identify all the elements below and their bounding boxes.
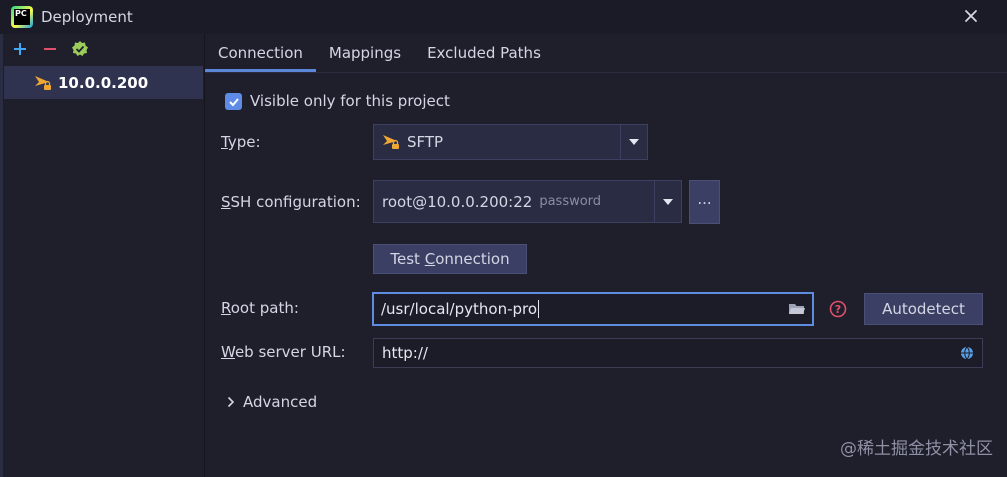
- open-in-browser-button[interactable]: [958, 345, 976, 361]
- text-caret: [538, 300, 540, 318]
- visible-only-checkbox[interactable]: [225, 93, 242, 110]
- check-badge-icon: [72, 41, 88, 56]
- folder-icon: [789, 304, 805, 314]
- web-server-url-label: Web server URL:: [221, 343, 346, 361]
- advanced-expander[interactable]: Advanced: [227, 393, 317, 411]
- use-as-default-button[interactable]: [71, 40, 89, 58]
- pycharm-logo-icon: PC: [11, 6, 33, 28]
- help-button[interactable]: ?: [829, 300, 847, 318]
- add-server-button[interactable]: [11, 40, 29, 58]
- tab-bar: Connection Mappings Excluded Paths: [205, 34, 1007, 73]
- ssh-configuration-select[interactable]: root@10.0.0.200:22 password: [373, 180, 682, 223]
- watermark-text: @稀土掘金技术社区: [840, 439, 993, 459]
- connection-panel: Visible only for this project Type: SFTP…: [205, 73, 1007, 477]
- visible-only-label: Visible only for this project: [250, 92, 450, 110]
- browse-folder-button[interactable]: [788, 301, 806, 317]
- root-path-label: Root path:: [221, 299, 299, 317]
- tab-mappings[interactable]: Mappings: [316, 34, 414, 72]
- plus-icon: [14, 43, 26, 55]
- type-select[interactable]: SFTP: [373, 124, 648, 160]
- title-bar: PC Deployment: [0, 0, 1007, 34]
- help-icon: ?: [829, 300, 847, 318]
- advanced-label: Advanced: [243, 393, 318, 411]
- svg-text:?: ?: [835, 303, 841, 316]
- sftp-server-icon: [35, 75, 51, 90]
- autodetect-button[interactable]: Autodetect: [864, 293, 983, 325]
- checkmark-icon: [228, 97, 239, 106]
- type-value: SFTP: [407, 133, 444, 151]
- server-list-item[interactable]: 10.0.0.200: [4, 66, 203, 99]
- ssh-browse-button[interactable]: ...: [689, 180, 720, 224]
- server-list-panel: 10.0.0.200: [0, 34, 205, 477]
- chevron-down-icon: [663, 198, 673, 205]
- minus-icon: [44, 48, 56, 50]
- remove-server-button[interactable]: [41, 40, 59, 58]
- root-path-input[interactable]: /usr/local/python-pro: [372, 292, 814, 326]
- root-path-value: /usr/local/python-pro: [381, 300, 538, 318]
- ssh-auth-hint: password: [539, 194, 602, 209]
- close-icon: [965, 10, 977, 22]
- globe-icon: [961, 346, 973, 360]
- web-server-url-input[interactable]: http://: [373, 338, 983, 368]
- ssh-configuration-value: root@10.0.0.200:22: [382, 192, 533, 211]
- server-list-toolbar: [0, 34, 204, 64]
- ssh-dropdown-arrow[interactable]: [654, 181, 681, 222]
- app-logo-text: PC: [14, 9, 30, 25]
- tab-connection[interactable]: Connection: [205, 34, 316, 72]
- close-button[interactable]: [961, 6, 981, 26]
- chevron-right-icon: [227, 396, 235, 408]
- chevron-down-icon: [629, 139, 639, 145]
- web-server-url-value: http://: [382, 344, 428, 362]
- ssh-configuration-label: SSH configuration:: [221, 193, 361, 211]
- window-title: Deployment: [41, 8, 133, 26]
- left-edge-divider: [0, 34, 3, 477]
- sftp-icon: [383, 135, 399, 149]
- server-label: 10.0.0.200: [58, 73, 149, 92]
- tab-excluded-paths[interactable]: Excluded Paths: [414, 34, 554, 72]
- test-connection-button[interactable]: Test Connection: [373, 244, 527, 274]
- type-dropdown-arrow[interactable]: [620, 125, 647, 159]
- type-label: Type:: [221, 133, 261, 151]
